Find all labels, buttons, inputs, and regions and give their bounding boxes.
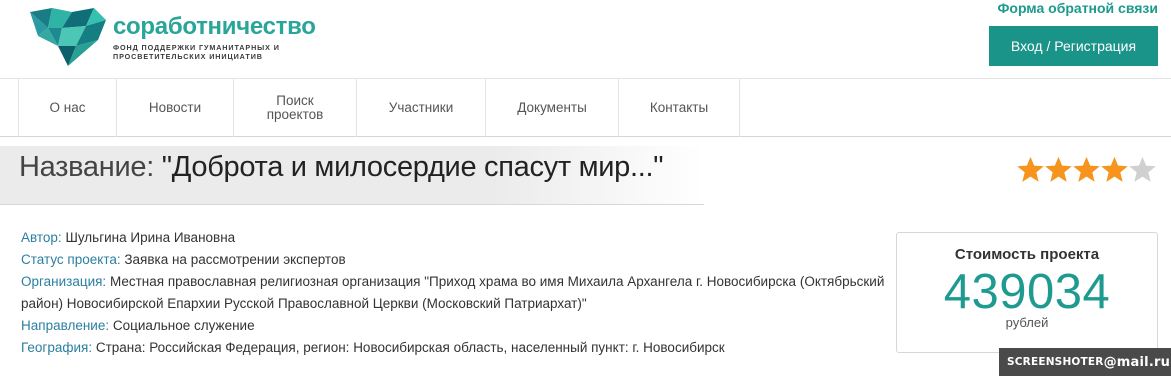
- title-value: "Доброта и милосердие спасут мир...": [161, 151, 664, 183]
- detail-direction: Направление: Социальное служение: [21, 315, 891, 337]
- logo-icon[interactable]: [28, 6, 108, 68]
- main-nav: О нас Новости Поиск проектов Участники Д…: [0, 78, 1171, 137]
- nav-item-project-search[interactable]: Поиск проектов: [234, 79, 357, 137]
- watermark-text-right: @mail.ru: [1103, 354, 1171, 370]
- detail-label: Автор:: [21, 230, 62, 245]
- detail-organization: Организация: Местная православная религи…: [21, 271, 891, 315]
- nav-item-project-search-line1: Поиск: [276, 93, 314, 108]
- nav-item-participants[interactable]: Участники: [357, 79, 486, 137]
- detail-value: Заявка на рассмотрении экспертов: [124, 252, 346, 267]
- logo-subtitle-line2: ПРОСВЕТИТЕЛЬСКИХ ИНИЦИАТИВ: [113, 52, 263, 61]
- detail-label: География:: [21, 340, 93, 355]
- nav-item-documents[interactable]: Документы: [486, 79, 619, 137]
- detail-label: Статус проекта:: [21, 252, 121, 267]
- nav-items: О нас Новости Поиск проектов Участники Д…: [18, 79, 740, 137]
- star-icon-filled[interactable]: [1044, 155, 1073, 184]
- detail-value: Местная православная религиозная организ…: [21, 274, 885, 311]
- project-title-band: Название: "Доброта и милосердие спасут м…: [0, 137, 1171, 205]
- watermark-text-left: SCREENSHOTER: [1007, 356, 1104, 368]
- star-icon-filled[interactable]: [1100, 155, 1129, 184]
- logo-subtitle: ФОНД ПОДДЕРЖКИ ГУМАНИТАРНЫХ И ПРОСВЕТИТЕ…: [113, 43, 303, 61]
- site-header: соработничество ФОНД ПОДДЕРЖКИ ГУМАНИТАР…: [0, 0, 1171, 78]
- star-icon-filled[interactable]: [1072, 155, 1101, 184]
- screenshoter-watermark: SCREENSHOTER @mail.ru: [999, 348, 1171, 376]
- nav-item-news[interactable]: Новости: [117, 79, 234, 137]
- detail-label: Направление:: [21, 318, 110, 333]
- detail-geography: География: Страна: Российская Федерация,…: [21, 337, 891, 359]
- cost-title: Стоимость проекта: [954, 246, 1100, 263]
- detail-value: Социальное служение: [112, 318, 255, 333]
- detail-label: Организация:: [21, 274, 107, 289]
- nav-item-project-search-line2: проектов: [266, 107, 324, 122]
- nav-item-contacts[interactable]: Контакты: [619, 79, 740, 137]
- star-rating[interactable]: [1016, 155, 1156, 184]
- logo-title: соработничество: [113, 13, 316, 40]
- feedback-form-link[interactable]: Форма обратной связи: [997, 0, 1158, 16]
- cost-value: 439034: [943, 265, 1111, 319]
- login-register-button[interactable]: Вход / Регистрация: [989, 26, 1158, 66]
- project-cost-box: Стоимость проекта 439034 рублей: [896, 232, 1158, 353]
- title-label: Название:: [19, 151, 154, 183]
- page-title: Название: "Доброта и милосердие спасут м…: [19, 151, 664, 184]
- detail-author: Автор: Шульгина Ирина Ивановна: [21, 227, 891, 249]
- detail-value: Страна: Российская Федерация, регион: Но…: [95, 340, 725, 355]
- logo-text[interactable]: соработничество ФОНД ПОДДЕРЖКИ ГУМАНИТАР…: [113, 13, 316, 62]
- project-details: Автор: Шульгина Ирина Ивановна Статус пр…: [21, 227, 891, 359]
- cost-unit: рублей: [1005, 315, 1049, 330]
- star-icon-empty[interactable]: [1128, 155, 1157, 184]
- logo-subtitle-line1: ФОНД ПОДДЕРЖКИ ГУМАНИТАРНЫХ И: [113, 43, 280, 52]
- nav-item-about[interactable]: О нас: [19, 79, 117, 137]
- star-icon-filled[interactable]: [1016, 155, 1045, 184]
- detail-value: Шульгина Ирина Ивановна: [65, 230, 236, 245]
- detail-status: Статус проекта: Заявка на рассмотрении э…: [21, 249, 891, 271]
